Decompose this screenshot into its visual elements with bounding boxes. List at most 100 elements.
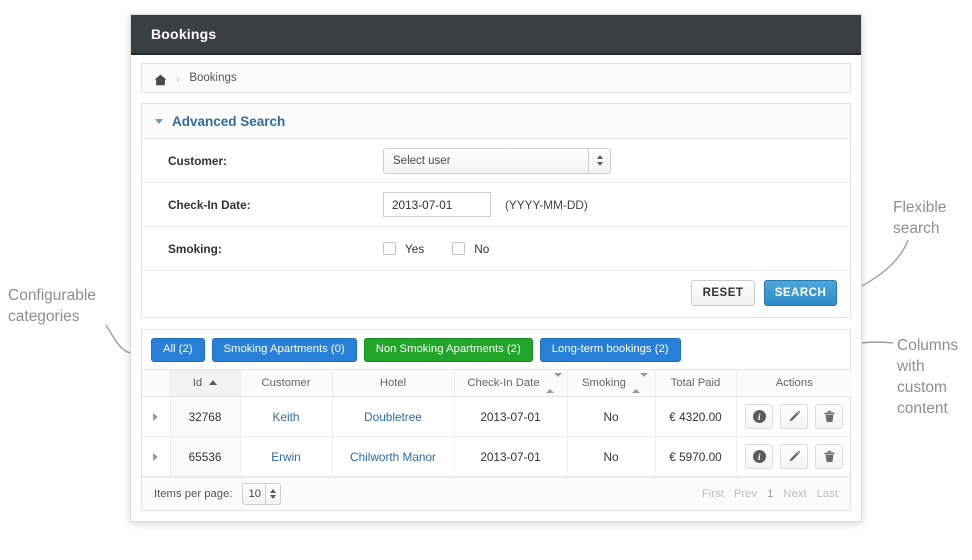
col-id[interactable]: Id [170, 370, 240, 397]
col-checkin-date[interactable]: Check-In Date [454, 370, 567, 397]
pagination-first[interactable]: First [702, 488, 724, 500]
cell-hotel: Doubletree [332, 397, 454, 437]
cell-id: 65536 [170, 437, 240, 477]
pagination-prev[interactable]: Prev [734, 488, 757, 500]
sort-both-icon[interactable] [546, 377, 554, 389]
info-button[interactable]: i [745, 444, 773, 469]
field-row-smoking: Smoking: Yes No [142, 227, 850, 271]
col-customer[interactable]: Customer [240, 370, 332, 397]
cell-smoking: No [567, 437, 655, 477]
tab-smoking-apartments[interactable]: Smoking Apartments (0) [212, 338, 357, 362]
pagination-last[interactable]: Last [817, 488, 838, 500]
cell-checkin-date: 2013-07-01 [454, 397, 567, 437]
trash-delete-icon [823, 410, 836, 423]
items-per-page: Items per page: 10 [154, 483, 281, 505]
info-icon: i [753, 410, 766, 423]
edit-pencil-icon [788, 450, 801, 463]
page-title: Bookings [151, 26, 216, 42]
smoking-yes-checkbox[interactable] [383, 242, 396, 255]
checkin-date-label: Check-In Date: [168, 198, 383, 212]
table-row: 65536 Erwin Chilworth Manor 2013-07-01 N… [142, 437, 852, 477]
edit-button[interactable] [780, 444, 808, 469]
breadcrumb-current[interactable]: Bookings [189, 72, 236, 84]
advanced-search-panel: Advanced Search Customer: Select user Ch… [141, 103, 851, 318]
cell-hotel: Chilworth Manor [332, 437, 454, 477]
smoking-no-checkbox[interactable] [452, 242, 465, 255]
cell-total-paid: € 5970.00 [655, 437, 736, 477]
edit-button[interactable] [780, 404, 808, 429]
smoking-yes-label: Yes [405, 242, 424, 256]
grid-footer: Items per page: 10 First Prev 1 Next Las… [142, 477, 850, 510]
tab-non-smoking-apartments[interactable]: Non Smoking Apartments (2) [364, 338, 533, 362]
search-button[interactable]: SEARCH [764, 280, 837, 306]
checkin-date-format-hint: (YYYY-MM-DD) [505, 198, 588, 212]
items-per-page-value: 10 [243, 488, 262, 500]
col-smoking[interactable]: Smoking [567, 370, 655, 397]
trash-delete-icon [823, 450, 836, 463]
cell-customer: Erwin [240, 437, 332, 477]
col-actions: Actions [736, 370, 852, 397]
reset-button[interactable]: RESET [691, 280, 755, 306]
delete-button[interactable] [815, 404, 843, 429]
hotel-link[interactable]: Doubletree [364, 410, 422, 424]
items-per-page-select[interactable]: 10 [242, 483, 281, 505]
customer-select-value: Select user [384, 155, 451, 167]
cell-actions: i [736, 437, 852, 477]
search-actions: RESET SEARCH [142, 271, 850, 317]
cell-total-paid: € 4320.00 [655, 397, 736, 437]
col-expander [142, 370, 170, 397]
select-arrows-icon[interactable] [588, 148, 610, 174]
info-icon: i [753, 450, 766, 463]
smoking-no-option[interactable]: No [452, 242, 517, 256]
home-icon[interactable] [154, 73, 167, 85]
breadcrumb-separator: › [176, 71, 180, 86]
screenshot-root: Configurable categories Flexible search … [0, 0, 972, 560]
table-header-row: Id Customer Hotel Check-In Date Smoking … [142, 370, 852, 397]
cell-actions: i [736, 397, 852, 437]
smoking-yes-option[interactable]: Yes [383, 242, 452, 256]
field-row-customer: Customer: Select user [142, 139, 850, 183]
bookings-panel: Bookings › Bookings Advanced Search Cust… [130, 14, 862, 522]
table-row: 32768 Keith Doubletree 2013-07-01 No € 4… [142, 397, 852, 437]
pagination: First Prev 1 Next Last [702, 488, 838, 500]
expand-row-icon[interactable] [153, 413, 158, 421]
pagination-page-1[interactable]: 1 [767, 488, 773, 500]
select-arrows-icon[interactable] [265, 483, 280, 505]
info-button[interactable]: i [745, 404, 773, 429]
customer-select[interactable]: Select user [383, 148, 611, 174]
chevron-down-icon[interactable] [155, 119, 163, 124]
panel-header: Bookings [131, 15, 861, 55]
customer-link[interactable]: Erwin [271, 450, 301, 464]
breadcrumb: › Bookings [141, 63, 851, 93]
edit-pencil-icon [788, 410, 801, 423]
smoking-label: Smoking: [168, 242, 383, 256]
items-per-page-label: Items per page: [154, 488, 233, 500]
bookings-grid-card: All (2) Smoking Apartments (0) Non Smoki… [141, 329, 851, 511]
customer-link[interactable]: Keith [273, 410, 300, 424]
hotel-link[interactable]: Chilworth Manor [350, 450, 436, 464]
smoking-no-label: No [474, 242, 489, 256]
field-row-checkin: Check-In Date: 2013-07-01 (YYYY-MM-DD) [142, 183, 850, 227]
customer-label: Customer: [168, 154, 383, 168]
cell-customer: Keith [240, 397, 332, 437]
col-hotel[interactable]: Hotel [332, 370, 454, 397]
cell-checkin-date: 2013-07-01 [454, 437, 567, 477]
row-expander-cell[interactable] [142, 397, 170, 437]
sort-both-icon[interactable] [632, 377, 640, 389]
col-total-paid[interactable]: Total Paid [655, 370, 736, 397]
tab-long-term-bookings[interactable]: Long-term bookings (2) [540, 338, 681, 362]
cell-id: 32768 [170, 397, 240, 437]
sort-asc-icon[interactable] [209, 380, 217, 385]
cell-smoking: No [567, 397, 655, 437]
advanced-search-title: Advanced Search [172, 114, 285, 129]
delete-button[interactable] [815, 444, 843, 469]
advanced-search-header[interactable]: Advanced Search [142, 104, 850, 139]
tab-all[interactable]: All (2) [151, 338, 205, 362]
row-expander-cell[interactable] [142, 437, 170, 477]
panel-body: › Bookings Advanced Search Customer: Sel… [131, 55, 861, 521]
pagination-next[interactable]: Next [783, 488, 806, 500]
expand-row-icon[interactable] [153, 453, 158, 461]
checkin-date-input[interactable]: 2013-07-01 [383, 192, 491, 217]
bookings-table: Id Customer Hotel Check-In Date Smoking … [142, 369, 852, 477]
category-tabs: All (2) Smoking Apartments (0) Non Smoki… [142, 330, 850, 369]
